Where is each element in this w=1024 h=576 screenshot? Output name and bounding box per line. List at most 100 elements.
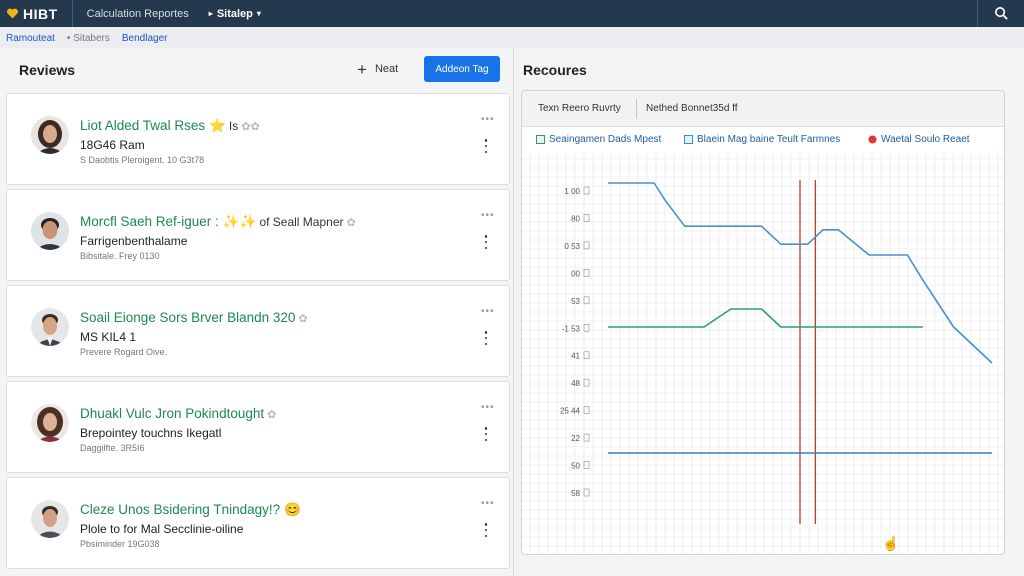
avatar — [31, 308, 69, 346]
more-options-icon[interactable] — [481, 427, 491, 441]
legend-item-2[interactable]: Blaein Mag baine Teult Farmnes — [684, 134, 840, 145]
card-title[interactable]: Dhuakl Vulc Jron Pokindtought ✿ — [80, 406, 276, 421]
y-tick-label: 53 — [571, 297, 580, 306]
card-title[interactable]: Cleze Unos Bsidering Tnindagy!? 😊 — [80, 502, 301, 518]
chevron-right-icon: ▸ — [208, 9, 213, 18]
card-meta: Pbsiminder 19G038 — [80, 539, 160, 549]
card-title-suffix: Is — [228, 119, 239, 133]
card-title-suffix: of Seall Mapner — [259, 215, 344, 229]
card-meta: Prevere Rogard Oive. — [80, 347, 168, 357]
hand-cursor-icon: ☝ — [882, 534, 899, 552]
heart-logo-icon — [7, 8, 18, 19]
reviews-title: Reviews — [19, 62, 76, 78]
plus-icon: + — [357, 59, 367, 79]
legend-square-icon — [536, 135, 545, 144]
review-card[interactable]: Liot Alded Twal Rses ⭐ Is ✿✿ 18G46 Ram S Da… — [6, 93, 510, 185]
breadcrumb-item-2[interactable]: • Sitabers — [67, 33, 110, 44]
app-title: HIBT — [23, 5, 58, 22]
more-options-icon[interactable] — [481, 331, 491, 345]
next-button[interactable]: + Neat — [357, 59, 398, 79]
y-tick-label: 00 — [571, 269, 580, 278]
y-tick-label: 22 — [571, 434, 580, 443]
top-divider — [71, 0, 73, 27]
card-subtitle: 18G46 Ram — [80, 138, 145, 152]
sitalep-menu[interactable]: ▸ Sitalep ▾ — [205, 8, 261, 20]
legend-item-1-label: Seaingamen Dads Mpest — [549, 134, 662, 145]
y-tick-label: 41 — [571, 352, 580, 361]
chevron-down-icon: ▾ — [256, 9, 261, 18]
dots-icon: ••• — [481, 498, 495, 509]
legend-item-3[interactable]: Waetal Soulo Reaet — [868, 134, 970, 145]
smiley-icon: 😊 — [284, 502, 301, 517]
review-card[interactable]: Morcfl Saeh Ref-iguer : ✨✨ of Seall Mapner… — [6, 189, 510, 281]
card-title[interactable]: Morcfl Saeh Ref-iguer : ✨✨ of Seall Mapner… — [80, 214, 356, 230]
breadcrumb-item-3[interactable]: Bendlager — [122, 33, 168, 44]
avatar — [31, 500, 69, 538]
top-bar: HIBT Calculation Reportes ▸ Sitalep ▾ — [0, 0, 1024, 27]
reviews-panel: Reviews + Neat Addeon Tag Liot Alded Twa… — [0, 48, 514, 576]
card-subtitle: Brepointey touchns Ikegatl — [80, 426, 222, 440]
card-title-text: Soail Eionge Sors Brver Blandn 320 — [80, 310, 296, 325]
tick-marker — [583, 269, 590, 277]
decor-icon: ✿✿ — [241, 121, 260, 133]
more-options-icon[interactable] — [481, 139, 491, 153]
card-title[interactable]: Liot Alded Twal Rses ⭐ Is ✿✿ — [80, 118, 260, 134]
legend-square-icon — [684, 135, 693, 144]
tick-marker — [583, 186, 590, 195]
review-card[interactable]: Dhuakl Vulc Jron Pokindtought ✿ Brepointe… — [6, 381, 510, 473]
card-meta: Bibsitale. Frey 0130 — [80, 251, 160, 261]
toolbar-divider — [636, 99, 637, 119]
tick-marker — [583, 351, 590, 360]
decor-icon: ✿ — [298, 313, 308, 325]
toolbar-item-1[interactable]: Texn Reero Ruvrty — [538, 103, 621, 114]
review-card[interactable]: Soail Eionge Sors Brver Blandn 320 ✿ MS K… — [6, 285, 510, 377]
avatar — [31, 212, 69, 250]
breadcrumb: Ramouteat • Sitabers Bendlager — [6, 33, 167, 44]
y-tick-label: 50 — [571, 462, 580, 471]
y-tick-label: 0 53 — [564, 242, 580, 251]
card-subtitle: Farrigenbenthalame — [80, 234, 188, 248]
more-options-icon[interactable] — [481, 523, 491, 537]
review-card[interactable]: Cleze Unos Bsidering Tnindagy!? 😊 Plole t… — [6, 477, 510, 569]
y-tick-label: 25 44 — [560, 407, 581, 416]
legend-dot-icon — [868, 135, 877, 144]
avatar — [31, 116, 69, 154]
legend-item-1[interactable]: Seaingamen Dads Mpest — [536, 134, 661, 145]
card-subtitle: MS KIL4 1 — [80, 330, 137, 344]
reviews-header: Reviews + Neat Addeon Tag — [0, 48, 514, 90]
add-tag-button[interactable]: Addeon Tag — [424, 56, 500, 82]
decor-icon: ✿ — [346, 217, 356, 229]
tick-marker — [583, 241, 590, 250]
search-button[interactable] — [978, 0, 1024, 27]
app-logo[interactable]: HIBT — [0, 6, 58, 22]
resources-panel: Recoures Texn Reero Ruvrty Nethed Bonnet… — [514, 48, 1024, 576]
calculation-reports-link[interactable]: Calculation Reportes — [87, 8, 189, 20]
card-title-text: Dhuakl Vulc Jron Pokindtought — [80, 406, 265, 421]
card-title-text: Liot Alded Twal Rses — [80, 118, 206, 133]
card-meta: S Daobtis Pleroigent. 10 G3t78 — [80, 155, 205, 165]
dots-icon: ••• — [481, 114, 495, 125]
chart-frame: Texn Reero Ruvrty Nethed Bonnet35d ff Se… — [521, 90, 1005, 555]
y-tick-label: 58 — [571, 489, 580, 498]
y-tick-label: 80 — [571, 214, 580, 223]
card-title-text: Morcfl Saeh Ref-iguer : — [80, 214, 219, 229]
chart-legend: Seaingamen Dads Mpest Blaein Mag baine T… — [522, 127, 1004, 153]
sparkle-icon: ✨✨ — [222, 214, 257, 229]
legend-item-3-label: Waetal Soulo Reaet — [881, 134, 970, 145]
star-icon: ⭐ — [209, 118, 226, 133]
toolbar-item-2[interactable]: Nethed Bonnet35d ff — [646, 103, 738, 114]
more-options-icon[interactable] — [481, 235, 491, 249]
card-meta: Daggilfte. 3R5I6 — [80, 443, 145, 453]
y-tick-label: 48 — [571, 379, 580, 388]
breadcrumb-item-2-label: Sitabers — [73, 33, 110, 44]
dots-icon: ••• — [481, 402, 495, 413]
line-chart[interactable]: 1 00 80 0 53 00 53 -1 53 41 48 25 44 22 50 58 ☝ — [522, 153, 1004, 554]
next-button-label: Neat — [374, 63, 399, 75]
legend-item-2-label: Blaein Mag baine Teult Farmnes — [697, 134, 841, 145]
tick-marker — [583, 406, 590, 414]
breadcrumb-item-1[interactable]: Ramouteat — [6, 33, 55, 44]
dots-icon: ••• — [481, 210, 495, 221]
search-icon — [994, 7, 1008, 20]
card-title[interactable]: Soail Eionge Sors Brver Blandn 320 ✿ — [80, 310, 308, 325]
chart-toolbar: Texn Reero Ruvrty Nethed Bonnet35d ff — [522, 91, 1004, 127]
